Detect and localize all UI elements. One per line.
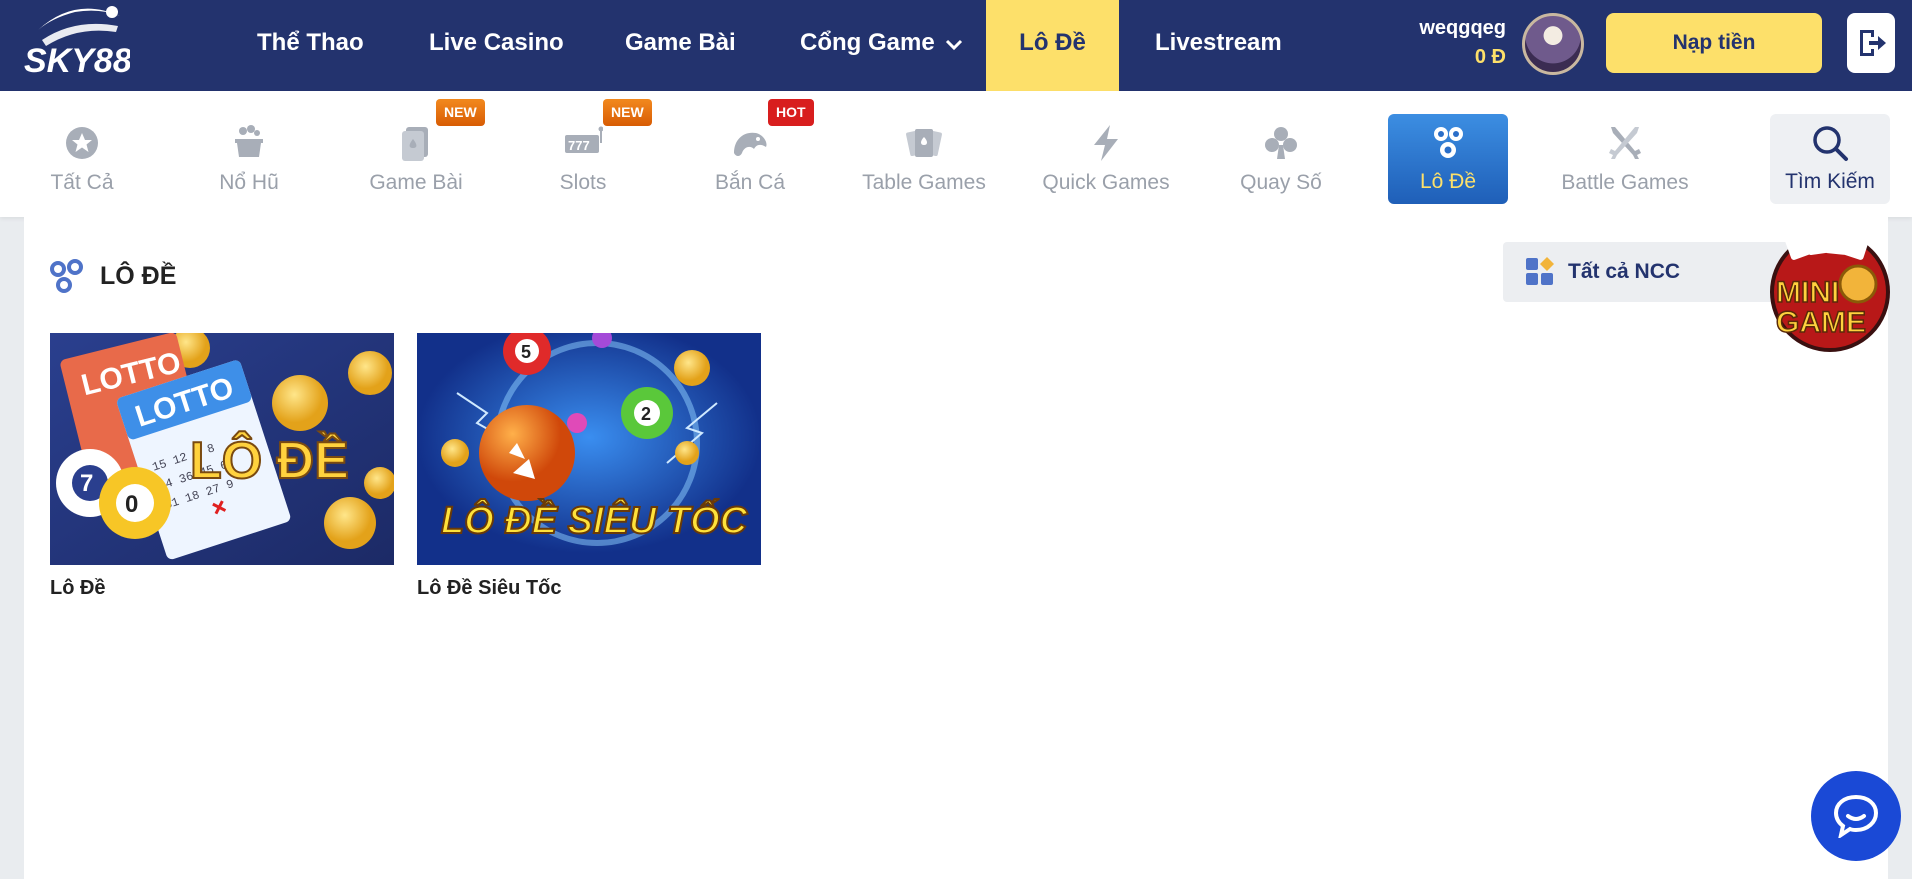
category-lo-de[interactable]: Lô Đề <box>1388 114 1508 204</box>
category-label: Bắn Cá <box>714 171 786 194</box>
banner-text: LÔ ĐỀ <box>190 431 349 490</box>
fish-icon <box>734 132 767 156</box>
category-ban-ca[interactable]: Bắn Cá HOT <box>700 91 814 217</box>
category-label: Quick Games <box>1042 171 1170 194</box>
provider-filter-button[interactable]: Tất cả NCC <box>1503 242 1803 302</box>
lottery-balls-icon <box>50 259 83 293</box>
category-quick-games[interactable]: Quick Games <box>1041 91 1171 217</box>
category-label: Lô Đề <box>1419 170 1477 193</box>
jackpot-pot-icon <box>235 125 263 157</box>
category-label: Slots <box>559 171 607 194</box>
nav-cong-game-label: Cổng Game <box>800 29 935 56</box>
game-name[interactable]: Lô Đề Siêu Tốc <box>417 577 761 600</box>
category-label: Battle Games <box>1561 171 1689 194</box>
search-icon <box>1813 126 1848 161</box>
table-cards-icon <box>906 129 942 157</box>
nav-game-bai[interactable]: Game Bài <box>625 0 736 91</box>
grid-icon <box>1526 257 1554 285</box>
category-bar: Tất Cả Nổ Hũ Game Bài NEW 777 Slots NEW … <box>0 91 1912 217</box>
svg-text:7: 7 <box>80 470 93 497</box>
category-label: Tất Cả <box>50 171 114 194</box>
game-thumbnail[interactable]: 2 5 LÔ ĐỀ SIÊU TỐC <box>417 333 761 565</box>
sky88-logo[interactable]: SKY88 <box>20 0 130 91</box>
category-label: Tìm Kiếm <box>1785 170 1875 193</box>
lottery-balls-icon <box>1434 127 1463 158</box>
svg-text:777: 777 <box>568 138 590 153</box>
logo-text: SKY88 <box>24 42 130 80</box>
category-label: Table Games <box>862 171 986 194</box>
svg-text:2: 2 <box>641 404 651 424</box>
provider-filter-label: Tất cả NCC <box>1568 260 1681 283</box>
nav-lo-de[interactable]: Lô Đề <box>986 0 1119 91</box>
new-badge: NEW <box>436 99 485 126</box>
crossed-swords-icon <box>1609 127 1641 159</box>
category-search[interactable]: Tìm Kiếm <box>1770 114 1890 204</box>
category-tat-ca[interactable]: Tất Cả <box>32 91 132 217</box>
deposit-button[interactable]: Nạp tiền <box>1606 13 1822 73</box>
chat-bubble-icon <box>1833 794 1879 838</box>
logout-icon <box>1860 30 1886 56</box>
lightning-icon <box>1094 125 1118 161</box>
balance: 0 Đ <box>1474 46 1506 68</box>
minigame-widget[interactable]: MINI GAME <box>1768 221 1892 352</box>
category-no-hu[interactable]: Nổ Hũ <box>199 91 299 217</box>
cards-icon <box>402 127 428 161</box>
category-slots[interactable]: 777 Slots NEW <box>533 91 652 217</box>
avatar[interactable] <box>1522 13 1584 75</box>
category-label: Nổ Hũ <box>219 171 279 194</box>
minigame-line1: MINI <box>1776 276 1839 309</box>
hot-badge: HOT <box>768 99 814 126</box>
clubs-icon <box>1265 127 1297 159</box>
minigame-line2: GAME <box>1776 306 1866 339</box>
nav-live-casino[interactable]: Live Casino <box>429 0 564 91</box>
banner-text: LÔ ĐỀ SIÊU TỐC <box>441 497 748 542</box>
game-card-lo-de[interactable]: LOTTO LOTTO 15 12 3 8 24 36 45 6 31 18 2… <box>50 333 394 600</box>
new-badge: NEW <box>603 99 652 126</box>
category-table-games[interactable]: Table Games <box>860 91 988 217</box>
game-thumbnail[interactable]: LOTTO LOTTO 15 12 3 8 24 36 45 6 31 18 2… <box>50 333 394 565</box>
category-label: Game Bài <box>369 171 463 194</box>
chevron-down-icon <box>945 1 963 87</box>
logout-button[interactable] <box>1847 13 1895 73</box>
slot-machine-icon: 777 <box>565 126 603 153</box>
category-battle-games[interactable]: Battle Games <box>1555 91 1695 217</box>
nav-cong-game[interactable]: Cổng Game <box>800 0 963 91</box>
star-icon <box>66 127 98 159</box>
section-title: LÔ ĐỀ <box>100 262 177 290</box>
category-label: Quay Số <box>1240 171 1322 194</box>
game-name[interactable]: Lô Đề <box>50 577 394 600</box>
nav-livestream[interactable]: Livestream <box>1155 0 1282 91</box>
username: weqgqeg <box>1419 17 1506 39</box>
svg-text:5: 5 <box>521 342 531 362</box>
category-quay-so[interactable]: Quay Số <box>1231 91 1331 217</box>
top-navbar: SKY88 Thể Thao Live Casino Game Bài Cổng… <box>0 0 1912 91</box>
game-card-lo-de-sieu-toc[interactable]: 2 5 LÔ ĐỀ SIÊU TỐC Lô Đề Siêu Tốc <box>417 333 761 600</box>
svg-text:0: 0 <box>125 491 138 518</box>
category-game-bai[interactable]: Game Bài NEW <box>356 91 485 217</box>
nav-the-thao[interactable]: Thể Thao <box>257 0 364 91</box>
live-chat-button[interactable] <box>1811 771 1901 861</box>
